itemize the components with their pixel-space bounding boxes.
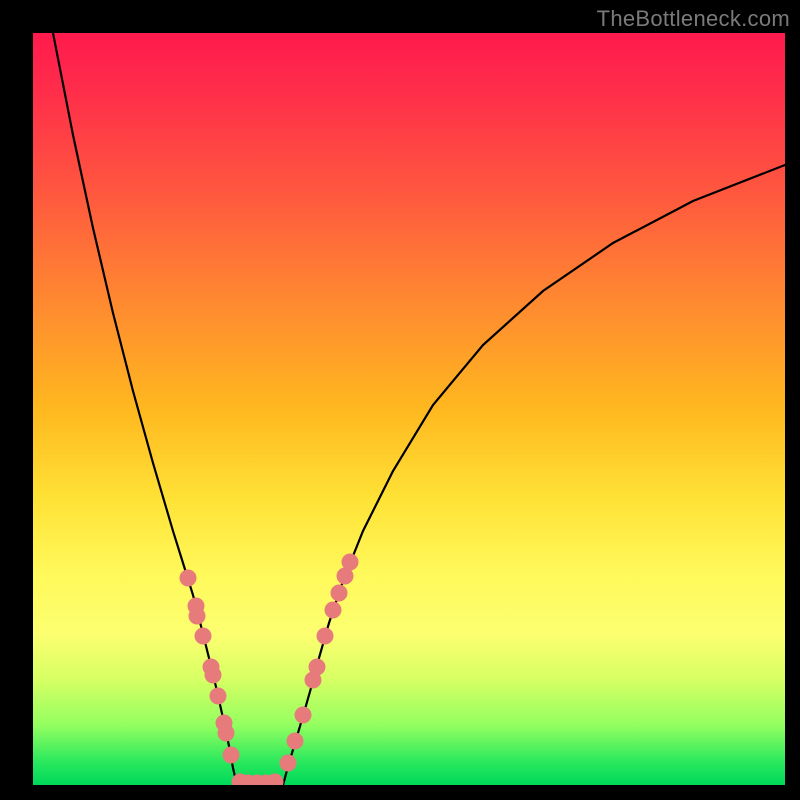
data-point-dot bbox=[218, 725, 235, 742]
data-point-dot bbox=[309, 659, 326, 676]
dots-bottom bbox=[232, 774, 284, 786]
data-point-dot bbox=[195, 628, 212, 645]
watermark-text: TheBottleneck.com bbox=[597, 6, 790, 32]
data-point-dot bbox=[180, 570, 197, 587]
data-point-dot bbox=[331, 585, 348, 602]
dots-left bbox=[180, 570, 240, 764]
data-point-dot bbox=[280, 755, 297, 772]
data-point-dot bbox=[189, 608, 206, 625]
data-point-dot bbox=[223, 747, 240, 764]
outer-frame: TheBottleneck.com bbox=[0, 0, 800, 800]
data-point-dot bbox=[295, 707, 312, 724]
data-point-dot bbox=[342, 554, 359, 571]
plot-area bbox=[33, 33, 785, 785]
dots-right bbox=[280, 554, 359, 772]
curve-right bbox=[283, 165, 785, 785]
data-point-dot bbox=[205, 667, 222, 684]
data-point-dot bbox=[317, 628, 334, 645]
data-point-dot bbox=[210, 688, 227, 705]
curve-overlay bbox=[33, 33, 785, 785]
data-point-dot bbox=[287, 733, 304, 750]
data-point-dot bbox=[325, 602, 342, 619]
